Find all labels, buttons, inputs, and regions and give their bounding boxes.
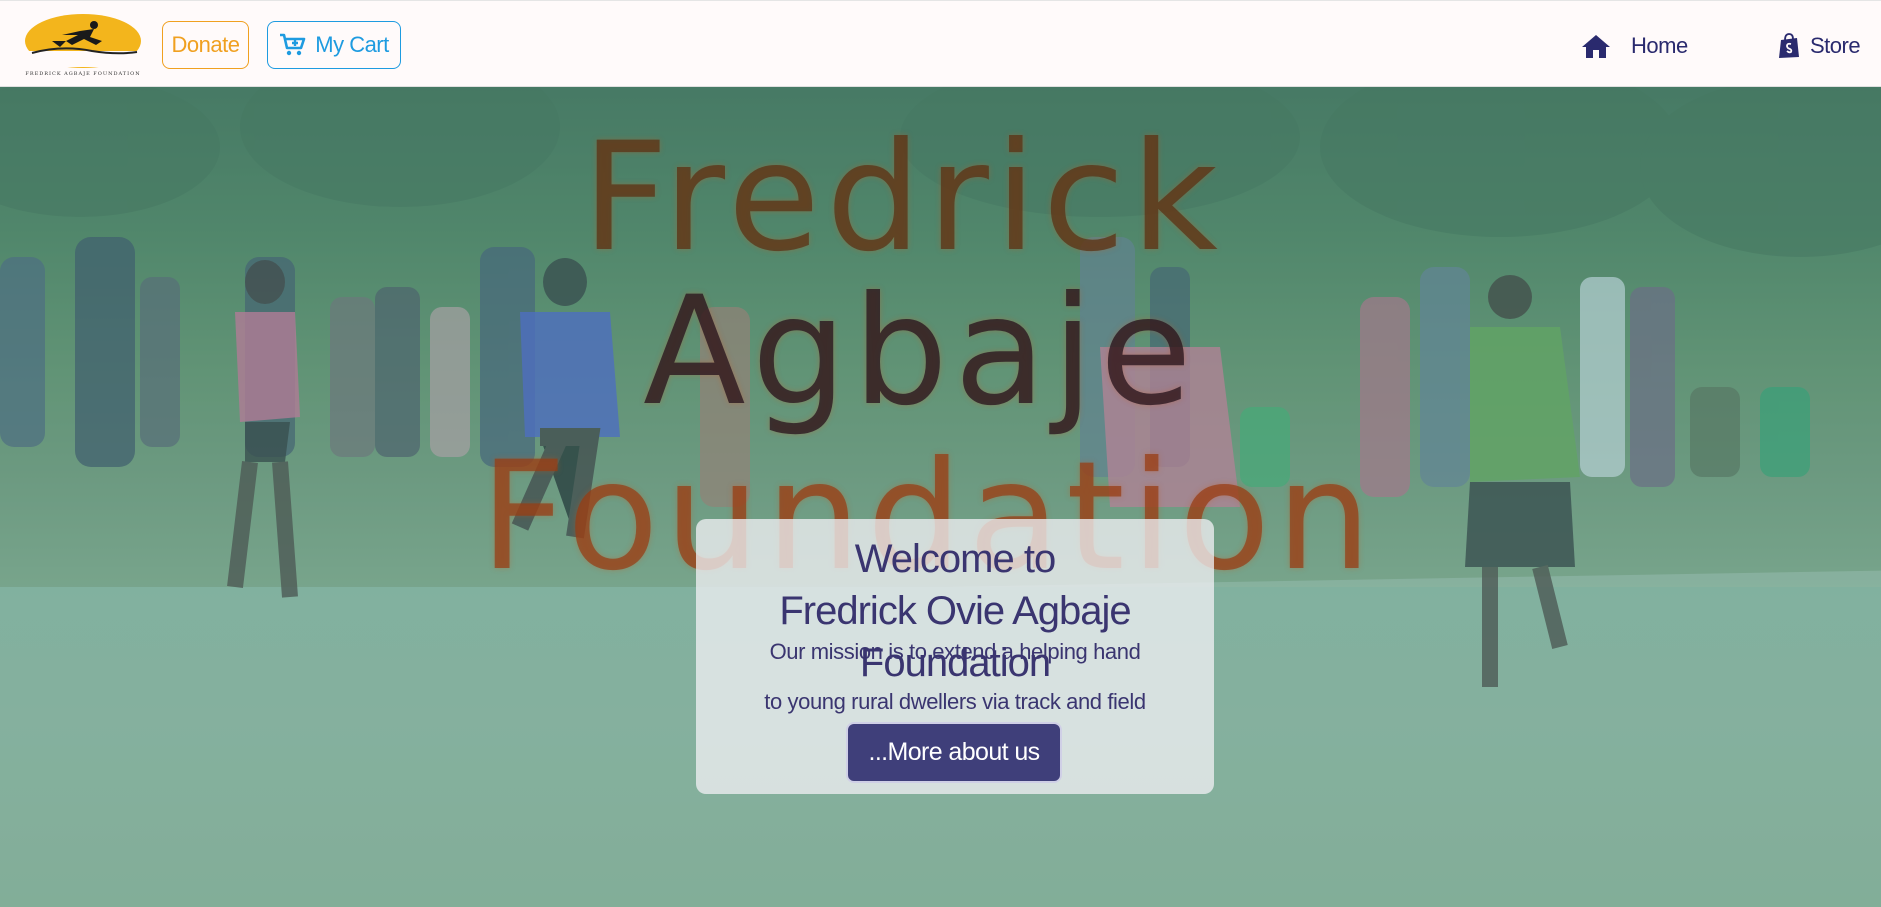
store-label: Store bbox=[1810, 33, 1861, 58]
runner-logo-icon bbox=[24, 14, 142, 68]
donate-label: Donate bbox=[171, 32, 240, 57]
welcome-card: Welcome to Fredrick Ovie Agbaje Foundati… bbox=[696, 519, 1214, 794]
hero-word-1: Fredrick bbox=[582, 111, 1224, 285]
welcome-heading: Welcome to Fredrick Ovie Agbaje Foundati… bbox=[696, 533, 1214, 689]
foundation-logo[interactable]: FREDRICK AGBAJE FOUNDATION bbox=[22, 11, 144, 77]
more-about-us-label: ...More about us bbox=[868, 738, 1040, 766]
nav-store-link[interactable]: Store bbox=[1778, 29, 1861, 63]
welcome-line-2: Fredrick Ovie Agbaje Foundation bbox=[779, 589, 1131, 685]
cart-label: My Cart bbox=[315, 32, 389, 57]
hero-banner: Fredrick Agbaje Foundation Welcome to Fr… bbox=[0, 87, 1881, 907]
hero-word-2: Agbaje bbox=[643, 265, 1198, 439]
welcome-line-1: Welcome to bbox=[854, 537, 1056, 581]
cart-plus-icon bbox=[280, 33, 306, 56]
shopify-bag-icon bbox=[1779, 33, 1799, 58]
more-about-us-button[interactable]: ...More about us bbox=[846, 722, 1062, 783]
my-cart-button[interactable]: My Cart bbox=[267, 21, 401, 69]
home-label: Home bbox=[1631, 33, 1688, 58]
mission-line-2: to young rural dwellers via track and fi… bbox=[764, 689, 1146, 714]
mission-line-1: Our mission is to extend a helping hand bbox=[769, 639, 1141, 664]
home-icon bbox=[1582, 35, 1610, 58]
logo-text: FREDRICK AGBAJE FOUNDATION bbox=[25, 71, 141, 77]
navbar: FREDRICK AGBAJE FOUNDATION Donate My Car… bbox=[0, 0, 1881, 87]
donate-button[interactable]: Donate bbox=[162, 21, 249, 69]
nav-home-link[interactable]: Home bbox=[1581, 29, 1688, 63]
